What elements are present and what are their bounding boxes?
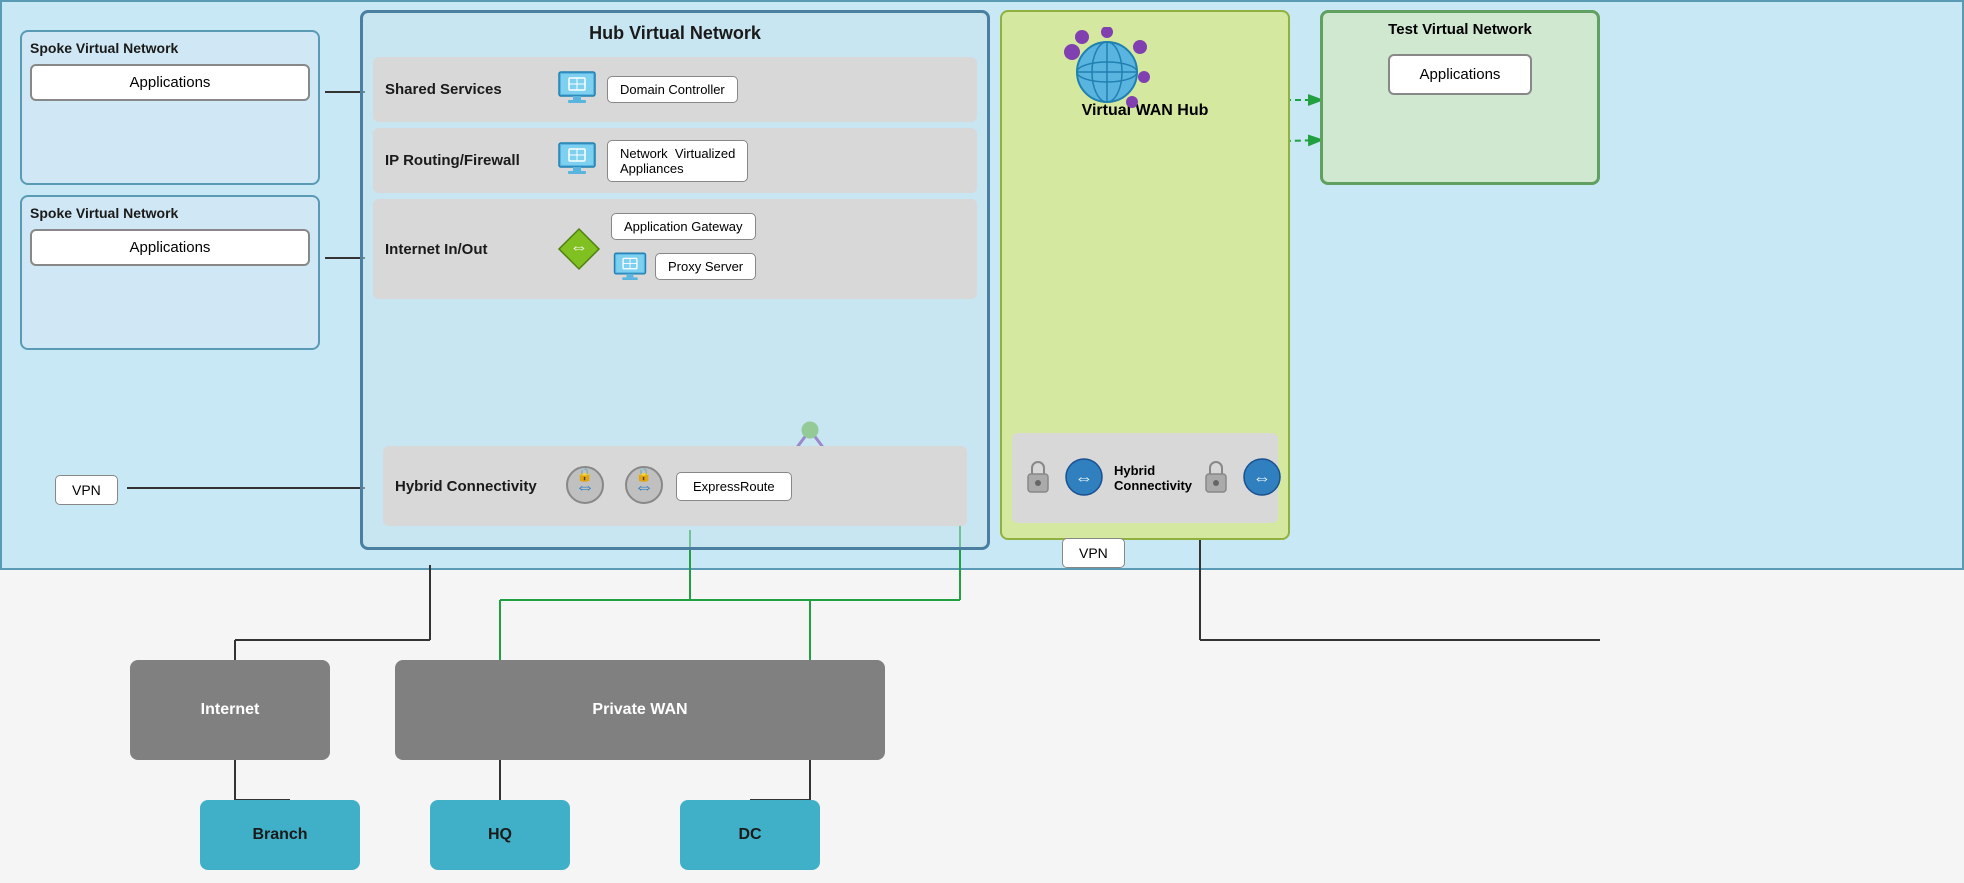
svg-text:⇔: ⇔ — [1253, 468, 1271, 488]
hub-row-hybrid: Hybrid Connectivity ⇔ 🔒 ⇔ 🔒 ExpressRoute — [383, 446, 967, 526]
diagram-container: Spoke Virtual Network Applications Spoke… — [0, 0, 1964, 883]
hub-hybrid-label: Hybrid Connectivity — [395, 478, 555, 495]
expressroute-box: ExpressRoute — [676, 472, 792, 501]
hub-vnet-title: Hub Virtual Network — [363, 13, 987, 49]
shared-services-label: Shared Services — [385, 81, 545, 98]
vwan-hybrid-icon: ⇔ — [1062, 455, 1106, 502]
vwan-hybrid-icon-2: ⇔ — [1240, 455, 1284, 502]
vwan-lock-icon-2 — [1200, 458, 1232, 499]
hybrid-lock-icon-2: ⇔ 🔒 — [622, 463, 666, 510]
vwan-lock-icon — [1022, 458, 1054, 499]
network-virtualized-box: Network VirtualizedAppliances — [607, 140, 748, 182]
svg-text:🔒: 🔒 — [636, 467, 652, 482]
domain-controller-box: Domain Controller — [607, 76, 738, 103]
internet-box: Internet — [130, 660, 330, 760]
svg-text:⇔: ⇔ — [570, 237, 588, 257]
test-vnet: Test Virtual Network Applications — [1320, 10, 1600, 185]
monitor-icon-2 — [555, 137, 599, 184]
ip-routing-label: IP Routing/Firewall — [385, 152, 545, 169]
spoke-vnet-2-title: Spoke Virtual Network — [30, 205, 310, 221]
monitor-icon-3 — [611, 248, 649, 286]
internet-inout-label: Internet In/Out — [385, 241, 545, 258]
app-gateway-icon: ⇔ — [555, 225, 603, 273]
hq-box: HQ — [430, 800, 570, 870]
hub-row-shared-services: Shared Services Domain Controller — [373, 57, 977, 122]
ip-routing-content: Network VirtualizedAppliances — [607, 140, 748, 182]
hub-row-ip-routing: IP Routing/Firewall Network VirtualizedA… — [373, 128, 977, 193]
spoke-vnet-2-apps: Applications — [30, 229, 310, 266]
monitor-icon-1 — [555, 66, 599, 113]
app-gateway-box: Application Gateway — [611, 213, 756, 240]
svg-text:⇔: ⇔ — [1075, 468, 1093, 488]
spoke-vnet-1-title: Spoke Virtual Network — [30, 40, 310, 56]
dc-box: DC — [680, 800, 820, 870]
hub-row-internet: Internet In/Out ⇔ Application Gateway — [373, 199, 977, 299]
spoke-vnet-2: Spoke Virtual Network Applications — [20, 195, 320, 350]
vwan-hybrid-label: HybridConnectivity — [1114, 463, 1192, 493]
test-vnet-apps: Applications — [1388, 54, 1533, 95]
internet-content: Application Gateway Proxy Server — [611, 213, 756, 286]
vwan-globe — [1062, 27, 1152, 120]
vpn-box-left: VPN — [55, 475, 118, 505]
vpn-box-vwan: VPN — [1062, 538, 1125, 568]
spoke-vnet-1-apps: Applications — [30, 64, 310, 101]
hybrid-lock-icon-1: ⇔ 🔒 — [563, 463, 607, 510]
hub-vnet: Hub Virtual Network Shared Services — [360, 10, 990, 550]
spoke-vnet-1: Spoke Virtual Network Applications — [20, 30, 320, 185]
private-wan-box: Private WAN — [395, 660, 885, 760]
branch-box: Branch — [200, 800, 360, 870]
proxy-server-box: Proxy Server — [655, 253, 756, 280]
vwan-hybrid-row: ⇔ HybridConnectivity ⇔ — [1012, 433, 1278, 523]
test-vnet-title: Test Virtual Network — [1323, 13, 1597, 44]
vwan-area: Virtual WAN Hub ⇔ HybridConnectivity — [1000, 10, 1290, 540]
svg-text:🔒: 🔒 — [577, 467, 593, 482]
shared-services-content: Domain Controller — [607, 76, 738, 103]
